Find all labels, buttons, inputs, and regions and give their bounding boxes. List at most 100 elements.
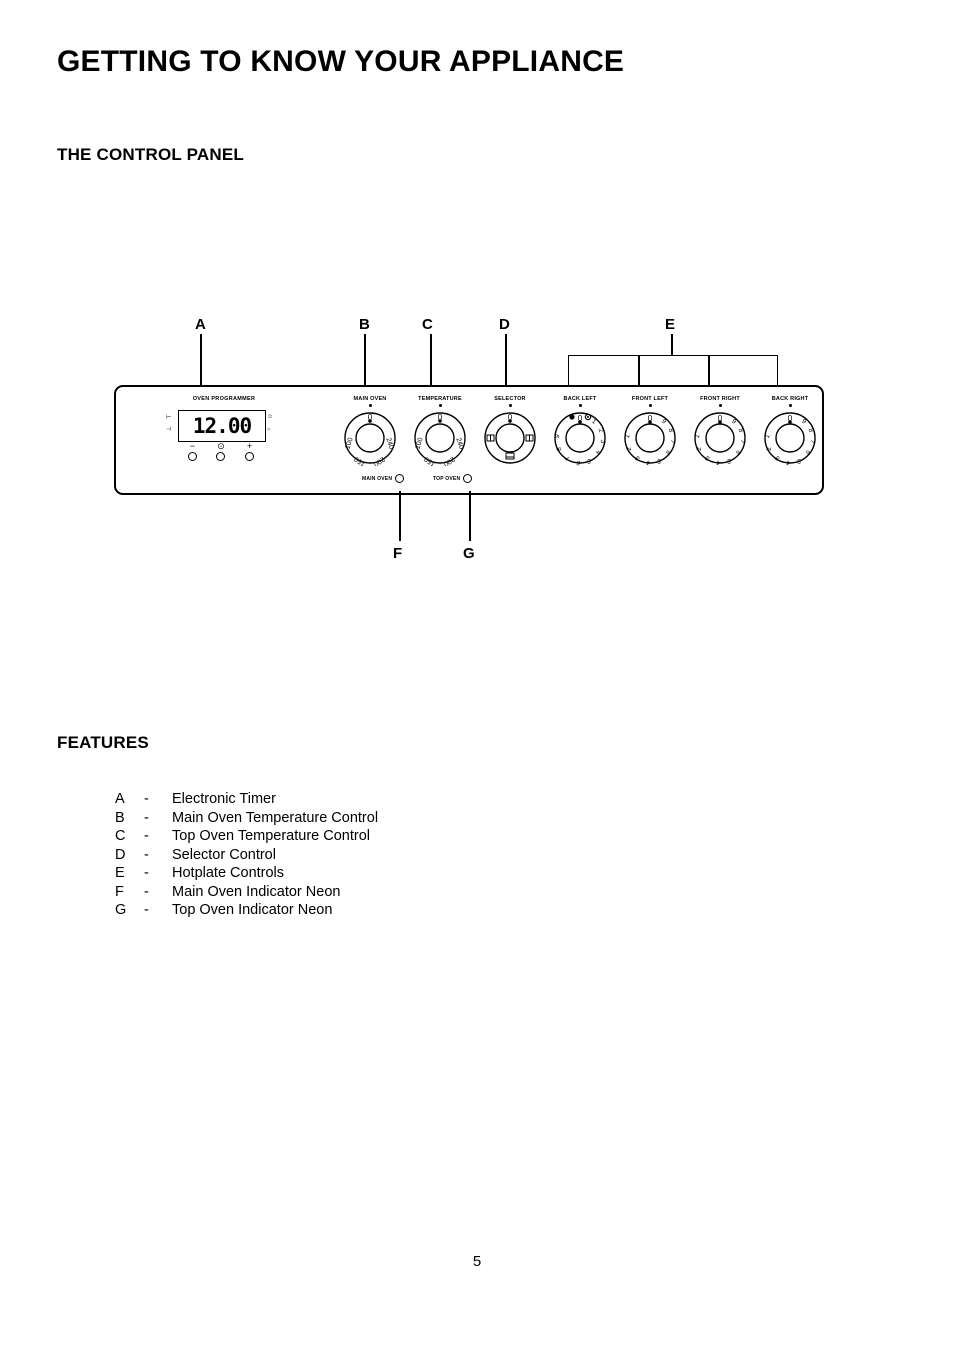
neon-label-main-oven: MAIN OVEN — [362, 475, 393, 482]
plus-icon: + — [247, 441, 253, 451]
knob-dial-front-left[interactable]: 0 9 8 7 6 5 4 3 2 1 — [622, 410, 678, 466]
feature-key: C — [115, 828, 126, 844]
knob-temperature[interactable]: TEMPERATURE 0 240 200 150 100 — [408, 396, 472, 466]
svg-text:8: 8 — [667, 428, 675, 434]
svg-text:0: 0 — [718, 414, 723, 423]
svg-text:0: 0 — [648, 414, 653, 423]
knob-front-left[interactable]: FRONT LEFT 0 9 8 7 6 5 4 3 2 1 — [618, 396, 682, 466]
knob-pointer-dot — [718, 404, 722, 407]
feature-key: D — [115, 846, 126, 863]
feature-item: G - Top Oven Indicator Neon — [115, 901, 378, 920]
svg-text:150: 150 — [353, 455, 367, 466]
feature-dash: - — [144, 828, 149, 844]
callout-letter-e: E — [665, 316, 676, 333]
knob-pointer-dot — [578, 404, 582, 407]
dual-circuit-icon-left — [569, 414, 575, 420]
callout-letter-c: C — [422, 316, 433, 333]
leader-line-b — [364, 334, 366, 385]
clock-button-circle[interactable] — [216, 452, 226, 461]
knob-label-back-right: BACK RIGHT — [771, 396, 809, 402]
svg-text:7: 7 — [668, 439, 676, 445]
svg-text:5: 5 — [657, 457, 661, 464]
feature-dash: - — [144, 883, 149, 900]
svg-text:8: 8 — [807, 428, 815, 434]
svg-text:8: 8 — [556, 447, 563, 451]
callout-letter-d: D — [499, 316, 510, 333]
knob-back-right[interactable]: BACK RIGHT 0 9 8 7 6 5 4 3 2 1 — [758, 396, 822, 466]
oven-programmer-group: OVEN PROGRAMMER ⊢ ⊣ 12.00 ☺ ○ − ⊙ + — [154, 396, 294, 461]
minus-button-circle[interactable] — [187, 452, 197, 461]
feature-key: E — [115, 865, 125, 881]
feature-key: G — [115, 902, 127, 918]
knob-front-right[interactable]: FRONT RIGHT 0 9 8 7 6 5 4 3 2 1 — [688, 396, 752, 466]
svg-text:100: 100 — [414, 437, 424, 450]
leader-line-c — [430, 334, 432, 385]
svg-text:240: 240 — [384, 437, 394, 450]
feature-dash: - — [144, 902, 149, 918]
knob-pointer-dot — [438, 404, 442, 407]
svg-text:2: 2 — [597, 428, 605, 434]
svg-text:5: 5 — [797, 457, 801, 464]
feature-dash: - — [144, 809, 149, 826]
feature-description: Selector Control — [172, 846, 276, 863]
features-heading: FEATURES — [57, 733, 149, 752]
neon-indicator-main-oven — [395, 474, 405, 483]
feature-key: B — [115, 809, 125, 826]
document-page: GETTING TO KNOW YOUR APPLIANCE THE CONTR… — [0, 0, 954, 1351]
knob-dial-selector[interactable]: 0 — [482, 410, 538, 466]
callout-letter-b: B — [359, 316, 370, 333]
svg-text:2: 2 — [626, 447, 633, 451]
feature-dash: - — [144, 791, 149, 807]
svg-text:9: 9 — [730, 418, 737, 426]
minus-icon: − — [189, 441, 195, 451]
svg-text:0: 0 — [788, 414, 793, 423]
grill-left-icon — [486, 434, 495, 442]
knob-label-temperature: TEMPERATURE — [418, 396, 462, 402]
knob-dial-back-right[interactable]: 0 9 8 7 6 5 4 3 2 1 — [762, 410, 818, 466]
bracket-tick-2 — [708, 356, 710, 385]
feature-description: Main Oven Indicator Neon — [172, 883, 341, 900]
leader-line-f — [399, 491, 401, 541]
feature-key: F — [115, 883, 124, 900]
knob-main-oven[interactable]: MAIN OVEN 0 240 200 150 100 — [338, 396, 402, 466]
grill-right-icon — [525, 434, 534, 442]
oven-programmer-label: OVEN PROGRAMMER — [192, 396, 256, 402]
callout-letter-g: G — [463, 545, 475, 562]
knob-selector[interactable]: SELECTOR 0 — [478, 396, 542, 466]
knob-label-front-right: FRONT RIGHT — [700, 396, 740, 402]
plus-button-circle[interactable] — [245, 452, 255, 461]
svg-text:100: 100 — [344, 437, 354, 450]
knob-label-back-left: BACK LEFT — [563, 396, 597, 402]
knob-dial-back-left[interactable]: 0 1 2 3 4 5 6 7 8 9 — [552, 410, 608, 466]
control-panel-heading: THE CONTROL PANEL — [57, 145, 244, 164]
appliance-control-panel: OVEN PROGRAMMER ⊢ ⊣ 12.00 ☺ ○ − ⊙ + MAIN… — [114, 385, 824, 495]
neon-label-top-oven: TOP OVEN — [433, 475, 461, 482]
knob-dial-front-right[interactable]: 0 9 8 7 6 5 4 3 2 1 — [692, 410, 748, 466]
knob-dial-temperature[interactable]: 0 240 200 150 100 — [412, 410, 468, 466]
feature-description: Electronic Timer — [172, 791, 276, 807]
cook-end-icon: ⊣ — [166, 427, 172, 433]
svg-text:200: 200 — [372, 455, 386, 466]
leader-line-a — [200, 334, 202, 385]
oven-icon — [505, 452, 515, 460]
feature-item: E - Hotplate Controls — [115, 864, 378, 883]
timer-buttons: − ⊙ + — [178, 442, 264, 461]
knob-dial-main-oven[interactable]: 0 240 200 150 100 — [342, 410, 398, 466]
bracket-tick-1 — [638, 356, 640, 385]
timer-clock-button[interactable]: ⊙ — [216, 442, 226, 461]
timer-minus-button[interactable]: − — [187, 441, 197, 461]
feature-item: C - Top Oven Temperature Control — [115, 827, 378, 846]
feature-dash: - — [144, 846, 149, 863]
leader-line-d — [505, 334, 507, 385]
neon-top-oven: TOP OVEN — [433, 474, 473, 483]
svg-text:0: 0 — [578, 414, 583, 423]
svg-text:7: 7 — [738, 439, 746, 445]
knob-label-main-oven: MAIN OVEN — [353, 396, 387, 402]
timer-plus-button[interactable]: + — [245, 441, 255, 461]
page-title: GETTING TO KNOW YOUR APPLIANCE — [57, 45, 625, 78]
svg-text:240: 240 — [454, 437, 464, 450]
timer-display-value: 12.00 — [192, 413, 252, 438]
svg-text:7: 7 — [808, 439, 816, 445]
knob-back-left[interactable]: BACK LEFT 0 1 2 3 4 5 6 7 8 9 — [548, 396, 612, 466]
feature-item: F - Main Oven Indicator Neon — [115, 883, 378, 902]
